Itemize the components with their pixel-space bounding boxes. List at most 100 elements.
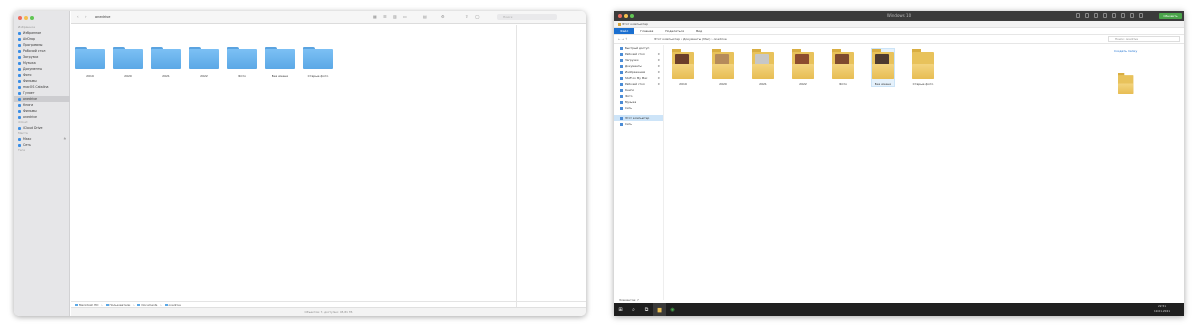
tag-icon[interactable]: ◯: [475, 14, 479, 19]
nav-item-label: Документы: [625, 64, 642, 68]
forward-arrow-icon[interactable]: ›: [85, 14, 87, 19]
path-segment[interactable]: onedrive: [164, 303, 181, 307]
sidebar-item-label: macOS Catalina: [23, 85, 49, 89]
explorer-search-input[interactable]: Поиск: onedrive: [1108, 36, 1180, 42]
ribbon-tab[interactable]: Главная: [634, 28, 659, 34]
path-segment[interactable]: Пользователи: [105, 302, 131, 307]
explorer-folder-item[interactable]: 2022: [792, 49, 814, 86]
explorer-folder-item[interactable]: Старые фото: [912, 49, 934, 86]
explorer-folder-item[interactable]: 2020: [712, 49, 734, 86]
sidebar-item-label: Загрузки: [23, 55, 39, 59]
folder-icon: [792, 49, 814, 79]
ribbon-tab[interactable]: Вид: [690, 28, 708, 34]
path-segment[interactable]: Macintosh HD: [75, 303, 98, 307]
sidebar-item-icon: [18, 97, 21, 101]
zoom-button[interactable]: [30, 16, 34, 20]
folder-label: Без имени: [271, 74, 289, 78]
folder-item[interactable]: 2020: [113, 47, 143, 78]
folder-grid: 2019 2020 2021 2022 Фото Без имени Старые фото: [71, 25, 516, 307]
vm-update-button[interactable]: Обновить: [1159, 13, 1182, 19]
nav-item-label: Музыка: [625, 100, 637, 104]
create-folder-link[interactable]: Создать папку: [1114, 49, 1137, 53]
chrome-icon[interactable]: ◉: [666, 303, 679, 316]
eject-icon[interactable]: ≙: [63, 137, 66, 141]
folder-icon: [151, 47, 181, 69]
folder-icon: [113, 47, 143, 69]
icon-view-icon[interactable]: ▦: [373, 14, 377, 19]
gallery-view-icon[interactable]: ▭: [403, 14, 407, 19]
minimize-button[interactable]: [24, 16, 28, 20]
nav-item-label: Рабочий стол: [625, 82, 645, 86]
sidebar-item-icon: [18, 43, 21, 47]
settings-icon[interactable]: [1139, 13, 1143, 18]
folder-item[interactable]: Старые фото: [303, 47, 333, 78]
group-icon[interactable]: ▤: [423, 14, 427, 19]
path-segment-label: Пользователи: [109, 302, 131, 307]
mouse-icon[interactable]: [1085, 13, 1089, 18]
pin-icon: ✱: [657, 64, 660, 68]
pin-icon: ✱: [657, 58, 660, 62]
lock-icon[interactable]: [1094, 13, 1098, 18]
action-gear-icon[interactable]: ⚙: [441, 14, 445, 19]
ribbon-tab[interactable]: Поделиться: [659, 28, 690, 34]
finder-window: Избранное Избранное AirDrop Программы Рабочи…: [14, 11, 586, 316]
folder-item[interactable]: Фото: [227, 47, 257, 78]
vm-window: Windows 10 Обновить Этот компьютер Файл Г…: [614, 11, 1184, 316]
list-view-icon[interactable]: ☰: [383, 14, 387, 19]
pin-icon: ✱: [657, 76, 660, 80]
explorer-folder-item[interactable]: 2019: [672, 49, 694, 86]
right-pane: Создать папку: [1114, 45, 1184, 300]
clock-date: 19.01.2021: [1153, 309, 1170, 313]
folder-icon: [712, 49, 734, 79]
sidebar-item-label: iCloud Drive: [23, 126, 43, 130]
nav-item-label: Книги: [625, 88, 634, 92]
share-icon[interactable]: ⇪: [465, 14, 468, 19]
start-button[interactable]: ⊞: [614, 303, 627, 316]
keyboard-icon[interactable]: [1076, 13, 1080, 18]
explorer-folder-item[interactable]: 2021: [752, 49, 774, 86]
search-icon[interactable]: ⌕: [627, 303, 640, 316]
window-title: onedrive: [95, 15, 111, 19]
status-bar: Объектов: 7, доступно: 45,81 ГБ: [71, 307, 586, 316]
sidebar-item-label: Гуляет: [23, 91, 35, 95]
path-folder-icon: [105, 303, 109, 306]
vm-title-bar: Windows 10 Обновить: [614, 11, 1184, 21]
explorer-folder-item[interactable]: Фото: [832, 49, 854, 86]
sidebar-item-icon: [18, 67, 21, 71]
close-button[interactable]: [18, 16, 22, 20]
usb-icon[interactable]: [1103, 13, 1107, 18]
address-bar[interactable]: Этот компьютер › Документы (Mac) › onedr…: [654, 35, 727, 44]
ribbon-tabs: Файл Главная Поделиться Вид: [614, 28, 1184, 35]
task-view-icon[interactable]: ⧉: [640, 303, 653, 316]
taskbar-clock[interactable]: 22:51 19.01.2021: [1154, 304, 1170, 314]
camera-icon[interactable]: [1112, 13, 1116, 18]
sidebar-item-label: Рабочий стол: [23, 49, 46, 53]
search-input[interactable]: Поиск: [497, 14, 557, 20]
explorer-folder-item[interactable]: Без имени: [871, 48, 895, 87]
folder-icon: [872, 49, 894, 79]
column-view-icon[interactable]: ▥: [393, 14, 397, 19]
ribbon-tab[interactable]: Файл: [614, 28, 635, 34]
path-segment[interactable]: Documents: [137, 303, 157, 307]
folder-label: 2022: [200, 74, 208, 78]
explorer-taskbar-icon[interactable]: ▆: [653, 303, 666, 316]
folder-item[interactable]: 2019: [75, 47, 105, 78]
nav-item-label: Stuff on My Mac: [625, 76, 648, 80]
back-arrow-icon[interactable]: ‹: [77, 14, 79, 19]
folder-share-icon[interactable]: [1121, 13, 1125, 18]
folder-item[interactable]: 2021: [151, 47, 181, 78]
folder-item[interactable]: Без имени: [265, 47, 295, 78]
folder-label: Фото: [237, 74, 246, 78]
folder-icon: [75, 47, 105, 69]
folder-item[interactable]: 2022: [189, 47, 219, 78]
nav-item[interactable]: Сеть: [614, 121, 663, 127]
nav-arrows-icon[interactable]: ← → ↑: [618, 35, 627, 44]
nav-item-label: Рабочий стол: [625, 52, 645, 56]
path-segment-label: Macintosh HD: [79, 302, 99, 307]
finder-toolbar: ‹ › onedrive ▦ ☰ ▥ ▭ ▤ ⚙ ⇪ ◯ Поиск: [71, 11, 586, 24]
audio-icon[interactable]: [1130, 13, 1134, 18]
folder-label: 2020: [124, 74, 132, 78]
sidebar-item-label: Документы: [23, 67, 43, 71]
explorer-folder-label: Старые фото: [912, 82, 934, 86]
path-segment-label: Documents: [141, 302, 158, 307]
